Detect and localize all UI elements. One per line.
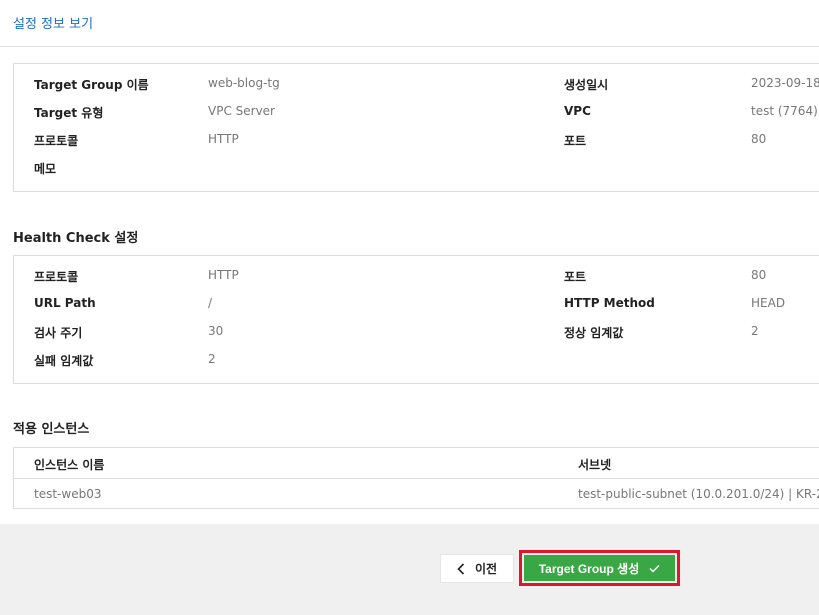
hc-protocol-label: 프로토콜	[34, 270, 79, 284]
hc-port-value: 80	[751, 268, 767, 282]
vpc-label: VPC	[564, 104, 591, 118]
instances-table: 인스턴스 이름 서브넷 test-web03 test-public-subne…	[13, 447, 819, 509]
footer-bar: 이전 Target Group 생성	[0, 524, 819, 615]
target-type-value: VPC Server	[208, 104, 275, 118]
table-header: 인스턴스 이름 서브넷	[14, 448, 819, 479]
http-method-value: HEAD	[751, 296, 786, 310]
chevron-left-icon	[457, 562, 465, 575]
info-row: URL Path / HTTP Method HEAD	[14, 296, 819, 316]
info-row: 프로토콜 HTTP 포트 80	[14, 132, 819, 152]
health-check-section-title: Health Check 설정	[13, 231, 139, 246]
target-group-name-value: web-blog-tg	[208, 76, 280, 90]
port-value: 80	[751, 132, 767, 146]
created-at-label: 생성일시	[564, 78, 609, 92]
unhealthy-threshold-label: 실패 임계값	[34, 354, 94, 368]
info-row: 프로토콜 HTTP 포트 80	[14, 268, 819, 288]
url-path-label: URL Path	[34, 296, 96, 310]
memo-label: 메모	[34, 162, 57, 176]
target-group-name-label: Target Group 이름	[34, 78, 149, 92]
info-row: 실패 임계값 2	[14, 352, 819, 372]
info-row: Target Group 이름 web-blog-tg 생성일시 2023-09…	[14, 76, 819, 96]
health-check-panel: 프로토콜 HTTP 포트 80 URL Path / HTTP Method H…	[13, 255, 819, 384]
prev-button-label: 이전	[474, 562, 498, 576]
instances-section-title: 적용 인스턴스	[13, 422, 90, 437]
protocol-value: HTTP	[208, 132, 239, 146]
check-interval-label: 검사 주기	[34, 326, 83, 340]
instance-name-cell: test-web03	[34, 487, 102, 501]
healthy-threshold-value: 2	[751, 324, 759, 338]
target-type-label: Target 유형	[34, 106, 104, 120]
created-at-value: 2023-09-18 1	[751, 76, 819, 90]
instance-name-header: 인스턴스 이름	[34, 458, 105, 472]
info-row: 검사 주기 30 정상 임계값 2	[14, 324, 819, 344]
port-label: 포트	[564, 134, 587, 148]
subnet-header: 서브넷	[578, 458, 612, 472]
page-header: 설정 정보 보기	[0, 0, 819, 47]
check-interval-value: 30	[208, 324, 224, 338]
create-target-group-button[interactable]: Target Group 생성	[524, 555, 675, 581]
check-icon	[649, 564, 660, 573]
info-row: Target 유형 VPC Server VPC test (7764)	[14, 104, 819, 124]
unhealthy-threshold-value: 2	[208, 352, 216, 366]
healthy-threshold-label: 정상 임계값	[564, 326, 624, 340]
vpc-value: test (7764)	[751, 104, 818, 118]
url-path-value: /	[208, 296, 213, 310]
page-title: 설정 정보 보기	[13, 17, 94, 32]
create-button-label: Target Group 생성	[538, 561, 640, 576]
prev-button[interactable]: 이전	[440, 554, 514, 583]
hc-port-label: 포트	[564, 270, 587, 284]
subnet-cell: test-public-subnet (10.0.201.0/24) | KR-…	[578, 487, 819, 501]
protocol-label: 프로토콜	[34, 134, 79, 148]
table-row: test-web03 test-public-subnet (10.0.201.…	[14, 479, 819, 509]
http-method-label: HTTP Method	[564, 296, 655, 310]
info-row: 메모	[14, 160, 819, 180]
hc-protocol-value: HTTP	[208, 268, 239, 282]
target-group-info-panel: Target Group 이름 web-blog-tg 생성일시 2023-09…	[13, 63, 819, 192]
